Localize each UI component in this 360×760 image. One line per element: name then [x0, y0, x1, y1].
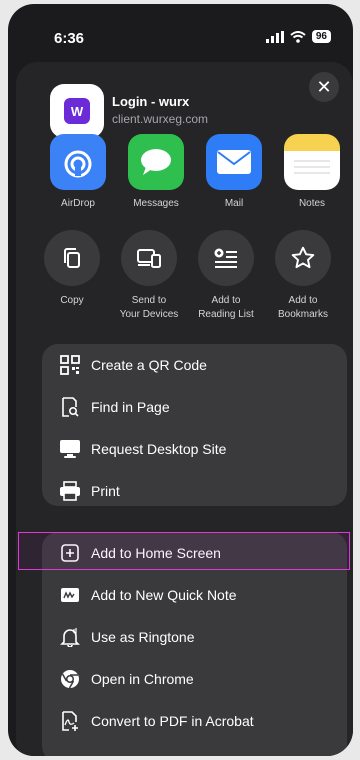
menu-item-label: Open in Chrome	[91, 671, 194, 687]
action-label: Copy	[60, 295, 84, 306]
copy-icon	[44, 230, 100, 286]
star-icon	[275, 230, 331, 286]
menu-item-label: Convert to PDF in Acrobat	[91, 713, 254, 729]
status-time: 6:36	[54, 30, 85, 47]
wifi-icon	[290, 30, 306, 43]
close-button[interactable]: ✕	[309, 72, 339, 102]
site-logo: W	[64, 98, 90, 124]
menu-item-convert-to-pdf[interactable]: Convert to PDF in Acrobat	[42, 700, 347, 742]
mail-icon	[206, 134, 262, 190]
menu-group-1: Create a QR Code Find in Page Request De…	[42, 344, 347, 506]
menu-item-label: Request Desktop Site	[91, 441, 227, 457]
phone-screen: 6:36 96 ✕ W Login - wurx client.wurxeg.c…	[8, 4, 353, 756]
action-label: Send to Your Devices	[119, 295, 179, 320]
devices-icon	[121, 230, 177, 286]
menu-item-request-desktop-site[interactable]: Request Desktop Site	[42, 428, 347, 470]
battery-icon: 96	[311, 30, 331, 43]
menu-item-use-as-ringtone[interactable]: Use as Ringtone	[42, 616, 347, 658]
share-actions-row: Copy Send to Your Devices Add to Reading…	[34, 230, 353, 340]
share-app-airdrop[interactable]: AirDrop	[42, 134, 114, 209]
menu-item-label: Use as Ringtone	[91, 629, 195, 645]
desktop-icon	[59, 438, 81, 460]
share-app-notes[interactable]: Notes	[276, 134, 348, 209]
status-icons: 96	[265, 30, 331, 43]
action-label: Add to Bookmarks	[277, 295, 328, 320]
page-url: client.wurxeg.com	[112, 112, 209, 126]
menu-item-add-to-home-screen[interactable]: Add to Home Screen	[42, 532, 347, 574]
add-to-bookmarks-button[interactable]: Add to Bookmarks	[265, 230, 341, 322]
menu-item-open-in-chrome[interactable]: Open in Chrome	[42, 658, 347, 700]
menu-item-label: Add to Home Screen	[91, 545, 221, 561]
acrobat-icon	[59, 710, 81, 732]
send-to-devices-button[interactable]: Send to Your Devices	[111, 230, 187, 322]
page-title: Login - wurx	[112, 94, 190, 109]
share-app-label: Messages	[133, 198, 179, 209]
share-apps-row: AirDrop Messages Mail Notes	[42, 134, 353, 214]
share-app-label: AirDrop	[61, 198, 95, 209]
find-in-page-icon	[59, 396, 81, 418]
printer-icon	[59, 480, 81, 502]
share-app-messages[interactable]: Messages	[120, 134, 192, 209]
copy-button[interactable]: Copy	[34, 230, 110, 308]
share-app-label: Notes	[298, 198, 326, 209]
menu-item-label: Create a QR Code	[91, 357, 207, 373]
qr-code-icon	[59, 354, 81, 376]
reading-list-icon	[198, 230, 254, 286]
menu-item-label: Print	[91, 483, 120, 499]
share-app-mail[interactable]: Mail	[198, 134, 270, 209]
menu-item-print[interactable]: Print	[42, 470, 347, 512]
menu-item-add-to-new-quick-note[interactable]: Add to New Quick Note	[42, 574, 347, 616]
share-sheet: ✕ W Login - wurx client.wurxeg.com AirDr…	[16, 62, 353, 756]
site-favicon: W	[50, 84, 104, 138]
action-label: Add to Reading List	[198, 295, 254, 320]
share-app-label: Mail	[224, 198, 244, 209]
notes-icon	[284, 134, 340, 190]
menu-group-2: Add to Home Screen Add to New Quick Note…	[42, 532, 347, 756]
status-bar: 6:36 96	[8, 4, 353, 60]
airdrop-icon	[50, 134, 106, 190]
messages-icon	[128, 134, 184, 190]
close-icon: ✕	[316, 76, 332, 97]
quick-note-icon	[59, 584, 81, 606]
bell-icon	[59, 626, 81, 648]
add-to-reading-list-button[interactable]: Add to Reading List	[188, 230, 264, 322]
signal-icon	[265, 30, 284, 43]
menu-item-label: Add to New Quick Note	[91, 587, 237, 603]
add-square-icon	[59, 542, 81, 564]
chrome-icon	[59, 668, 81, 690]
menu-item-create-qr-code[interactable]: Create a QR Code	[42, 344, 347, 386]
menu-item-find-in-page[interactable]: Find in Page	[42, 386, 347, 428]
menu-item-label: Find in Page	[91, 399, 170, 415]
